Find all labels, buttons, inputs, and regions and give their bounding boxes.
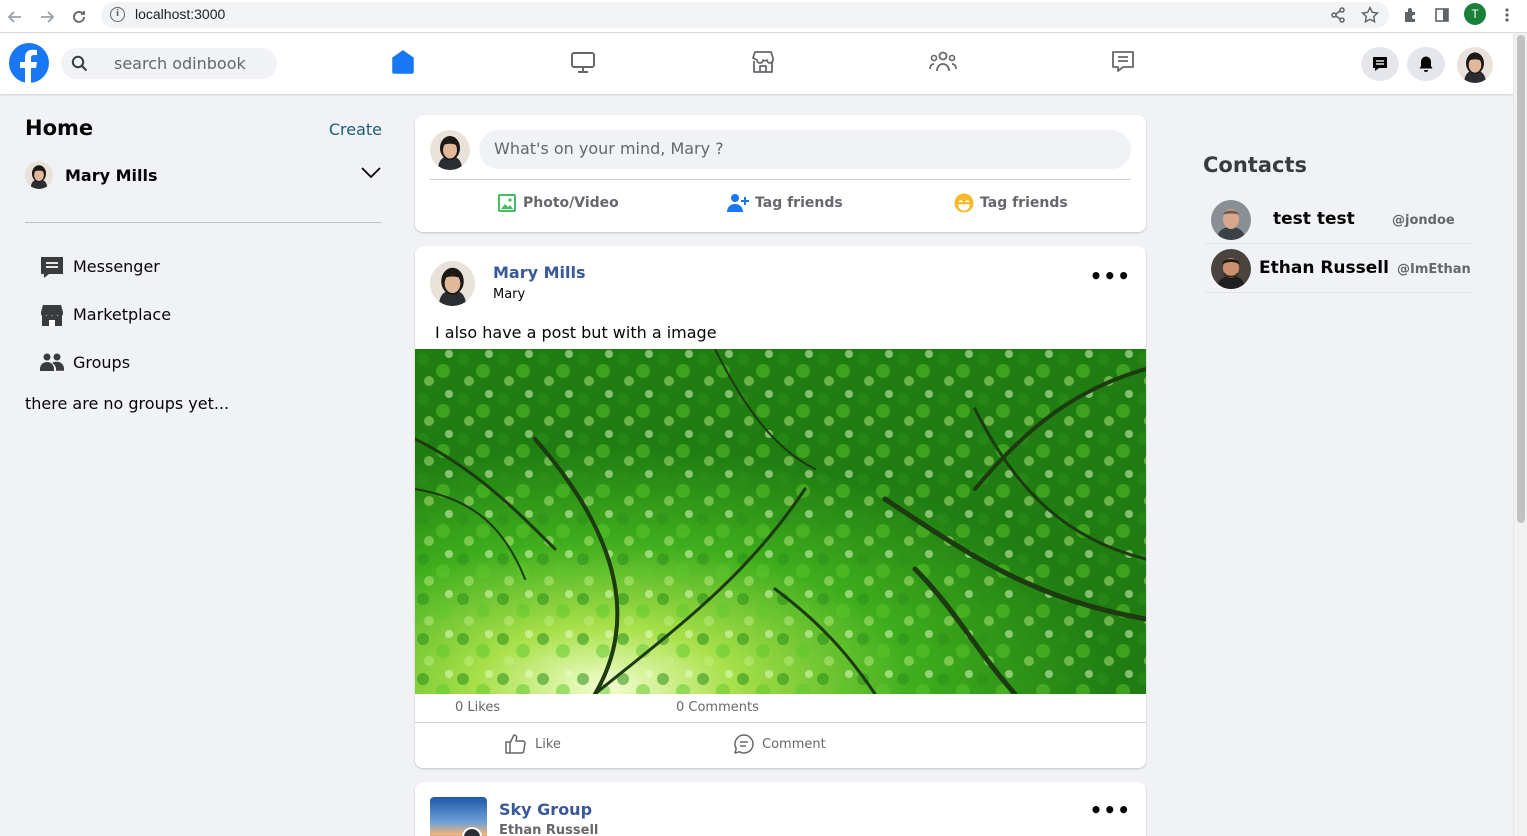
user-avatar	[25, 161, 53, 189]
contact-name: Ethan Russell	[1259, 258, 1389, 278]
sidebar-divider	[25, 222, 382, 223]
contact-avatar	[1211, 249, 1251, 289]
thumbs-up-icon	[505, 734, 526, 754]
group-image[interactable]	[430, 797, 487, 836]
photo-icon	[498, 194, 516, 212]
messenger-icon	[40, 255, 64, 279]
composer-divider	[430, 179, 1131, 180]
notifications-button[interactable]	[1407, 47, 1445, 81]
like-label: Like	[535, 736, 561, 752]
groups-tab-icon[interactable]	[928, 47, 958, 77]
top-navbar: search odinbook	[0, 33, 1513, 94]
scrollbar-thumb[interactable]	[1517, 35, 1525, 523]
account-avatar[interactable]	[1457, 47, 1493, 83]
comment-label: Comment	[762, 736, 826, 752]
comment-icon	[734, 734, 754, 754]
reload-icon[interactable]	[66, 4, 92, 30]
create-link[interactable]: Create	[329, 120, 382, 139]
group-post-author[interactable]: Ethan Russell	[499, 823, 598, 836]
tag-friends-button[interactable]: Tag friends	[727, 190, 843, 216]
no-groups-message: there are no groups yet...	[25, 394, 230, 413]
marketplace-icon	[40, 303, 64, 327]
contact-avatar	[1211, 200, 1251, 240]
sidebar-item-label: Marketplace	[73, 305, 172, 324]
facebook-logo-icon[interactable]	[9, 43, 49, 83]
sidebar-item-marketplace[interactable]: Marketplace	[40, 301, 340, 329]
search-input[interactable]: search odinbook	[114, 54, 246, 73]
pages-tab-icon[interactable]	[1108, 47, 1138, 77]
contact-item[interactable]: Ethan Russell @ImEthan	[1203, 244, 1473, 293]
group-name[interactable]: Sky Group	[499, 800, 592, 819]
smiley-icon	[954, 193, 974, 213]
post-subtitle: Mary	[493, 287, 526, 302]
sidebar-user-name: Mary Mills	[65, 166, 158, 185]
post-text: I also have a post but with a image	[435, 323, 717, 342]
post-author-avatar[interactable]	[430, 261, 475, 306]
address-bar[interactable]: i localhost:3000	[101, 2, 1389, 28]
sidebar-user[interactable]: Mary Mills	[25, 161, 382, 191]
contact-item[interactable]: test test @jondoe	[1203, 195, 1473, 244]
search-icon	[71, 55, 88, 76]
more-options-icon[interactable]: •••	[1090, 798, 1131, 822]
watch-tab-icon[interactable]	[568, 47, 598, 77]
post-composer: What's on your mind, Mary ? Photo/Video …	[415, 115, 1146, 232]
bookmark-star-icon[interactable]	[1359, 4, 1381, 26]
post-card: Mary Mills Mary ••• I also have a post b…	[415, 246, 1146, 768]
action-label: Tag friends	[980, 195, 1068, 211]
browser-toolbar: i localhost:3000 T	[0, 0, 1527, 33]
post-author-name[interactable]: Mary Mills	[493, 263, 586, 282]
share-icon[interactable]	[1327, 4, 1349, 26]
bell-icon	[1419, 56, 1433, 72]
forward-icon[interactable]	[34, 4, 60, 30]
page-scrollbar[interactable]	[1513, 33, 1527, 836]
composer-avatar	[430, 130, 470, 170]
like-button[interactable]: Like	[505, 734, 561, 754]
contact-handle: @ImEthan	[1397, 262, 1471, 277]
action-label: Photo/Video	[523, 195, 619, 211]
url-text: localhost:3000	[135, 6, 226, 22]
more-options-icon[interactable]: •••	[1090, 264, 1131, 288]
action-label: Tag friends	[755, 195, 843, 211]
messenger-icon	[1373, 57, 1387, 71]
group-post-card: Sky Group Ethan Russell •••	[415, 782, 1146, 836]
post-divider	[415, 722, 1146, 723]
sidebar-item-messenger[interactable]: Messenger	[40, 253, 340, 281]
contacts-title: Contacts	[1203, 153, 1307, 177]
home-tab-icon[interactable]	[388, 47, 418, 77]
comments-count[interactable]: 0 Comments	[676, 700, 759, 715]
likes-count[interactable]: 0 Likes	[455, 700, 500, 715]
sidebar-item-label: Messenger	[73, 257, 160, 276]
contact-name: test test	[1273, 209, 1355, 229]
sidebar-title: Home	[25, 116, 94, 140]
browser-profile-avatar[interactable]: T	[1464, 3, 1486, 25]
contact-handle: @jondoe	[1392, 213, 1455, 228]
tag-user-icon	[727, 194, 749, 212]
feeling-button[interactable]: Tag friends	[954, 190, 1068, 216]
search-bar[interactable]: search odinbook	[61, 48, 277, 79]
back-icon[interactable]	[2, 4, 28, 30]
chevron-down-icon[interactable]	[360, 165, 382, 184]
sidebar-item-groups[interactable]: Groups	[40, 349, 340, 377]
info-icon[interactable]: i	[110, 7, 125, 22]
side-panel-icon[interactable]	[1431, 4, 1453, 26]
status-input[interactable]: What's on your mind, Mary ?	[479, 130, 1131, 169]
marketplace-tab-icon[interactable]	[748, 47, 778, 77]
extensions-icon[interactable]	[1399, 4, 1421, 26]
post-image[interactable]	[415, 348, 1146, 697]
photo-video-button[interactable]: Photo/Video	[497, 190, 619, 216]
sidebar-item-label: Groups	[73, 353, 131, 372]
comment-button[interactable]: Comment	[734, 734, 826, 754]
messenger-button[interactable]	[1361, 47, 1399, 81]
groups-icon	[40, 351, 64, 375]
kebab-menu-icon[interactable]	[1496, 4, 1518, 26]
